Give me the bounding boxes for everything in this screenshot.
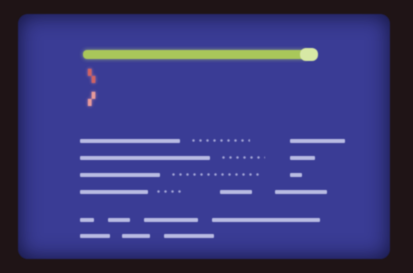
stat-row [80,168,370,182]
stat-label [80,185,81,186]
message-glyphs [122,234,150,238]
message-glyphs [108,218,130,222]
stat-label-glyphs [80,173,160,177]
stat-value-glyphs [275,190,327,194]
stat-leader-dots [155,190,185,193]
message-line [80,230,370,242]
title-bar [83,50,308,59]
stat-leader-dots [190,139,250,142]
stat-label-glyphs [80,190,148,194]
player-sprite-icon: ▚ [88,69,96,83]
stat-label [80,134,81,135]
stat-value [80,134,81,135]
stat-leader-dots [170,173,260,176]
stat-value [80,168,81,169]
message-glyphs [164,234,214,238]
message-glyphs [80,234,110,238]
message-line [80,214,370,226]
stat-value-glyphs [290,139,345,143]
title-bar-cap [300,48,318,61]
stat-row [80,134,370,148]
stat-label [80,168,81,169]
message-glyphs [80,218,94,222]
player-sprite-icon: ▞ [88,92,96,106]
stat-mid-glyphs [220,190,252,194]
stat-label-glyphs [80,156,210,160]
stat-label-glyphs [80,139,180,143]
game-screen: ▚ ▞ [18,14,390,259]
stat-label [80,151,81,152]
message-glyphs [144,218,198,222]
message-glyphs [212,218,320,222]
stat-row [80,185,370,199]
stat-value [80,151,81,152]
stat-value [80,185,81,186]
stat-row [80,151,370,165]
crt-bezel: ▚ ▞ [0,0,413,273]
stat-leader-dots [220,156,265,159]
stat-value-glyphs [290,173,302,177]
stat-value-glyphs [290,156,315,160]
